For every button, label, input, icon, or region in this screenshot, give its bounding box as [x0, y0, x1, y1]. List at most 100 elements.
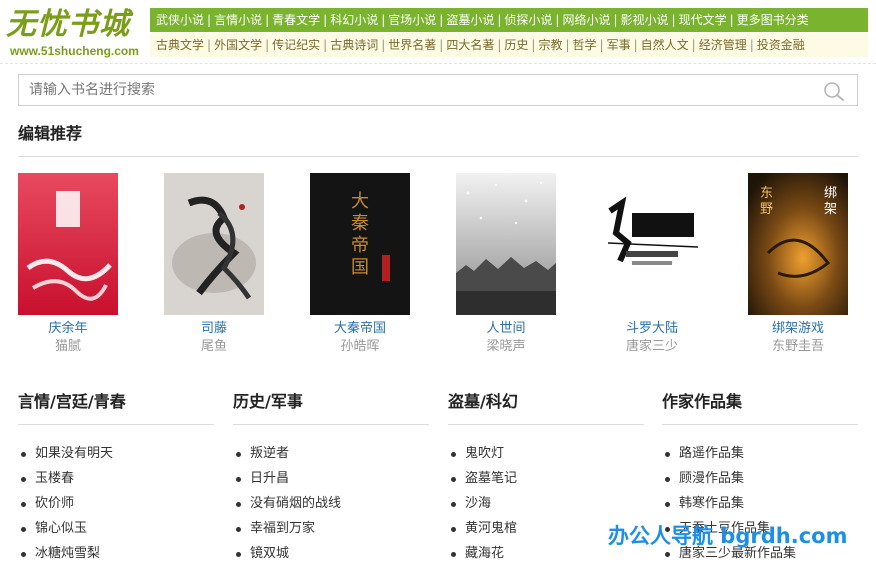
book-title[interactable]: 绑架游戏: [748, 320, 848, 338]
column-divider: [662, 424, 858, 425]
nav-link-secondary[interactable]: 军事: [607, 33, 631, 57]
nav-link-primary[interactable]: 网络小说: [562, 8, 610, 32]
book-list-item[interactable]: 韩寒作品集: [662, 491, 858, 516]
book-title[interactable]: 人世间: [456, 320, 556, 338]
book-list-item[interactable]: 路遥作品集: [662, 441, 858, 466]
nav-link-secondary[interactable]: 哲学: [573, 33, 597, 57]
nav-separator: |: [633, 38, 638, 52]
nav-link-primary[interactable]: 武侠小说: [156, 8, 204, 32]
book-card[interactable]: 庆余年 猫腻: [18, 173, 118, 356]
nav-separator: |: [599, 38, 604, 52]
nav-link-secondary[interactable]: 外国文学: [214, 33, 262, 57]
site-logo[interactable]: 无忧书城 www.51shucheng.com: [6, 6, 142, 60]
book-list-item[interactable]: 没有硝烟的战线: [233, 491, 429, 516]
book-list-item[interactable]: 沙海: [448, 491, 644, 516]
book-list-item[interactable]: 玉楼春: [18, 466, 214, 491]
book-list-item[interactable]: 顾漫作品集: [662, 466, 858, 491]
nav-link-primary[interactable]: 侦探小说: [504, 8, 552, 32]
nav-link-secondary[interactable]: 投资金融: [757, 33, 805, 57]
book-card[interactable]: 斗罗大陆 唐家三少: [602, 173, 702, 356]
svg-text:秦: 秦: [351, 213, 369, 234]
nav-link-secondary[interactable]: 宗教: [538, 33, 562, 57]
book-author: 尾鱼: [200, 339, 227, 354]
book-list-item[interactable]: 日升昌: [233, 466, 429, 491]
book-list-item[interactable]: 冰糖炖雪梨: [18, 541, 214, 566]
nav-link-secondary[interactable]: 历史: [504, 33, 528, 57]
book-cover[interactable]: 大 秦 帝 国: [310, 173, 410, 315]
book-list-item[interactable]: 锦心似玉: [18, 516, 214, 541]
nav-link-primary[interactable]: 现代文学: [679, 8, 727, 32]
nav-separator: |: [531, 38, 536, 52]
nav-link-secondary[interactable]: 世界名著: [388, 33, 436, 57]
book-list-item[interactable]: 叛逆者: [233, 441, 429, 466]
book-list: 如果没有明天 玉楼春 砍价师 锦心似玉 冰糖炖雪梨: [18, 441, 214, 566]
book-cover[interactable]: [602, 173, 702, 315]
book-author: 猫腻: [54, 339, 81, 354]
nav-separator: |: [323, 38, 328, 52]
book-author: 唐家三少: [625, 339, 678, 354]
book-title[interactable]: 司藤: [164, 320, 264, 338]
book-title[interactable]: 大秦帝国: [310, 320, 410, 338]
logo-url: www.51shucheng.com: [10, 44, 139, 58]
nav-separator: |: [565, 38, 570, 52]
book-cover[interactable]: 东 野 绑 架: [748, 173, 848, 315]
book-card[interactable]: 司藤 尾鱼: [164, 173, 264, 356]
category-title: 历史/军事: [233, 392, 303, 411]
nav-link-secondary[interactable]: 自然人文: [641, 33, 689, 57]
book-card[interactable]: 大 秦 帝 国 大秦帝国 孙皓晖: [310, 173, 410, 356]
book-author: 孙皓晖: [340, 339, 380, 354]
nav-link-secondary[interactable]: 古典文学: [156, 33, 204, 57]
nav-separator: |: [613, 13, 618, 27]
book-list-item[interactable]: 砍价师: [18, 491, 214, 516]
book-author: 梁晓声: [486, 339, 526, 354]
nav-link-secondary[interactable]: 古典诗词: [330, 33, 378, 57]
logo-text: 无忧书城: [6, 7, 130, 42]
search-input[interactable]: [19, 75, 809, 105]
book-cover[interactable]: [164, 173, 264, 315]
nav-link-primary[interactable]: 青春文学: [272, 8, 320, 32]
nav-link-primary[interactable]: 影视小说: [621, 8, 669, 32]
nav-separator: |: [381, 38, 386, 52]
category-column: 言情/宫廷/青春 如果没有明天 玉楼春 砍价师 锦心似玉 冰糖炖雪梨: [18, 390, 214, 566]
book-card[interactable]: 东 野 绑 架 绑架游戏 东野圭吾: [748, 173, 848, 356]
svg-text:东: 东: [760, 186, 773, 201]
book-card[interactable]: 人世间 梁晓声: [456, 173, 556, 356]
section-divider: [18, 156, 858, 157]
nav-link-primary[interactable]: 盗墓小说: [446, 8, 494, 32]
svg-text:野: 野: [760, 202, 773, 217]
nav-separator: |: [691, 38, 696, 52]
nav-separator: |: [439, 13, 444, 27]
book-list-item[interactable]: 幸福到万家: [233, 516, 429, 541]
column-divider: [18, 424, 214, 425]
book-list-item[interactable]: 镜双城: [233, 541, 429, 566]
nav-separator: |: [671, 13, 676, 27]
nav-link-secondary[interactable]: 传记纪实: [272, 33, 320, 57]
nav-link-primary[interactable]: 官场小说: [388, 8, 436, 32]
svg-text:架: 架: [824, 202, 837, 217]
book-author: 东野圭吾: [771, 339, 824, 354]
nav-link-primary[interactable]: 科幻小说: [330, 8, 378, 32]
book-list-item[interactable]: 如果没有明天: [18, 441, 214, 466]
nav-link-secondary[interactable]: 四大名著: [446, 33, 494, 57]
nav-separator: |: [729, 13, 734, 27]
search-bar: [18, 74, 858, 106]
book-title[interactable]: 斗罗大陆: [602, 320, 702, 338]
nav-link-primary[interactable]: 言情小说: [214, 8, 262, 32]
book-list: 叛逆者 日升昌 没有硝烟的战线 幸福到万家 镜双城: [233, 441, 429, 566]
book-title[interactable]: 庆余年: [18, 320, 118, 338]
nav-separator: |: [439, 38, 444, 52]
book-list-item[interactable]: 盗墓笔记: [448, 466, 644, 491]
search-icon[interactable]: [823, 81, 845, 101]
book-list-item[interactable]: 鬼吹灯: [448, 441, 644, 466]
book-cover[interactable]: [456, 173, 556, 315]
category-nav-secondary: 古典文学 | 外国文学 | 传记纪实 | 古典诗词 | 世界名著 | 四大名著 | 历史 | 宗教 | 哲学 | 军…: [150, 33, 868, 57]
nav-link-secondary[interactable]: 经济管理: [699, 33, 747, 57]
book-cover[interactable]: [18, 173, 118, 315]
category-title: 作家作品集: [662, 392, 743, 411]
nav-separator: |: [265, 13, 270, 27]
category-column: 历史/军事 叛逆者 日升昌 没有硝烟的战线 幸福到万家 镜双城: [233, 390, 429, 566]
category-title: 盗墓/科幻: [448, 392, 518, 411]
column-divider: [448, 424, 644, 425]
nav-link-primary[interactable]: 更多图书分类: [737, 8, 809, 32]
watermark: 办公人导航 bgrdh.com: [608, 524, 848, 548]
